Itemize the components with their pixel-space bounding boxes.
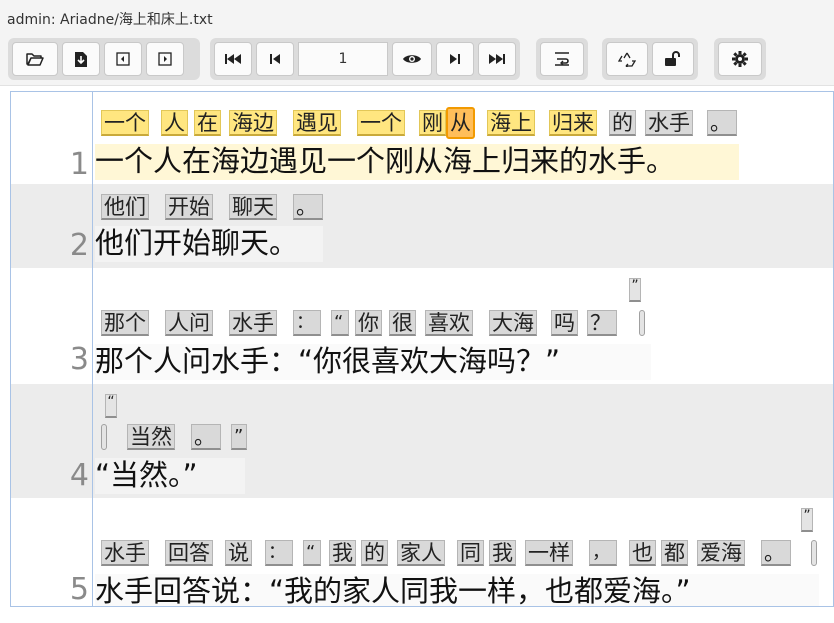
- token[interactable]: 你: [355, 310, 382, 336]
- token-selected[interactable]: 从: [446, 107, 475, 139]
- token-spacer: [811, 540, 817, 566]
- token[interactable]: 大海: [489, 310, 537, 336]
- last-page-button[interactable]: [478, 42, 516, 76]
- token[interactable]: 爱海: [697, 540, 745, 566]
- last-page-icon: [488, 52, 506, 66]
- sentence-text: 一个人在海边遇见一个刚从海上归来的水手。: [95, 144, 739, 180]
- wrap-text-button[interactable]: [540, 42, 584, 76]
- folder-open-icon: [26, 52, 44, 66]
- sentence-row: 3 那个 人问 水手 ： “ 你 很 喜欢 大海 吗 ？ ” 那个人问水手：“你…: [11, 268, 833, 384]
- token[interactable]: ”: [629, 278, 641, 302]
- token[interactable]: 我: [329, 540, 356, 566]
- next-page-button[interactable]: [436, 42, 474, 76]
- sentence-row: 1 一个 人 在 海边 遇见 一个 刚 从 海上 归来 的 水手 。 一个人在海…: [11, 92, 833, 184]
- token[interactable]: “: [331, 310, 349, 336]
- token[interactable]: 很: [389, 310, 416, 336]
- settings-toolbar-group: [714, 38, 766, 80]
- panel-right-icon: [158, 52, 172, 66]
- token[interactable]: 水手: [645, 110, 693, 136]
- token[interactable]: 说: [225, 540, 252, 566]
- token[interactable]: 遇见: [293, 110, 341, 136]
- download-icon: [74, 51, 88, 68]
- token[interactable]: 喜欢: [425, 310, 473, 336]
- token[interactable]: 他们: [101, 194, 149, 220]
- token[interactable]: 水手: [101, 540, 149, 566]
- sentence-row: 5 水手 回答 说 ： “ 我 的 家人 同 我 一样 ， 也 都 爱海 。 ”…: [11, 498, 833, 606]
- token[interactable]: 回答: [165, 540, 213, 566]
- token[interactable]: ？: [587, 310, 617, 336]
- first-page-icon: [224, 52, 242, 66]
- prev-page-button[interactable]: [256, 42, 294, 76]
- collapse-right-button[interactable]: [146, 42, 184, 76]
- token[interactable]: 。: [293, 194, 323, 220]
- unlock-button[interactable]: [652, 42, 694, 76]
- token[interactable]: 吗: [551, 310, 578, 336]
- recycle-icon: [618, 51, 636, 67]
- token[interactable]: 开始: [165, 194, 213, 220]
- sentence-row: 4 “ 当然 。 ” “当然。”: [11, 384, 833, 498]
- token[interactable]: 都: [661, 540, 688, 566]
- token[interactable]: 人问: [165, 310, 213, 336]
- sentence-text: “当然。”: [95, 458, 245, 494]
- page-number-field[interactable]: 1: [298, 42, 388, 76]
- token[interactable]: 水手: [229, 310, 277, 336]
- token[interactable]: ，: [589, 540, 617, 566]
- recycle-button[interactable]: [606, 42, 648, 76]
- first-page-button[interactable]: [214, 42, 252, 76]
- token-spacer: [639, 310, 645, 336]
- window-title: admin: Ariadne/海上和床上.txt: [7, 12, 213, 28]
- sentence-text: 他们开始聊天。: [95, 226, 323, 262]
- state-toolbar-group: [602, 38, 698, 80]
- token[interactable]: 。: [707, 110, 737, 136]
- token[interactable]: 也: [629, 540, 656, 566]
- file-toolbar-group: [8, 38, 200, 80]
- open-file-button[interactable]: [12, 42, 58, 76]
- sentence-text: 那个人问水手：“你很喜欢大海吗？”: [95, 344, 651, 380]
- eye-icon: [402, 53, 422, 65]
- token[interactable]: 。: [761, 540, 791, 566]
- panel-left-icon: [116, 52, 130, 66]
- token[interactable]: ”: [801, 508, 813, 532]
- annotation-panel: 1 一个 人 在 海边 遇见 一个 刚 从 海上 归来 的 水手 。 一个人在海…: [10, 91, 834, 607]
- sentence-text: 水手回答说：“我的家人同我一样，也都爱海。”: [95, 574, 819, 606]
- gutter-divider: [92, 92, 93, 606]
- sentence-row: 2 他们 开始 聊天 。 他们开始聊天。: [11, 184, 833, 268]
- token[interactable]: 人: [161, 110, 188, 136]
- format-toolbar-group: [536, 38, 588, 80]
- top-bar: admin: Ariadne/海上和床上.txt 1: [0, 0, 834, 86]
- token[interactable]: 在: [194, 110, 221, 136]
- token[interactable]: 归来: [549, 110, 597, 136]
- prev-page-icon: [269, 52, 281, 66]
- token[interactable]: 聊天: [229, 194, 277, 220]
- token[interactable]: 的: [609, 110, 636, 136]
- token[interactable]: 海边: [229, 110, 277, 136]
- token[interactable]: 海上: [487, 110, 535, 136]
- download-button[interactable]: [62, 42, 100, 76]
- token[interactable]: 的: [361, 540, 388, 566]
- token[interactable]: 一个: [357, 110, 405, 136]
- token[interactable]: 那个: [101, 310, 149, 336]
- settings-button[interactable]: [718, 42, 762, 76]
- token[interactable]: ”: [231, 424, 247, 450]
- token[interactable]: ：: [293, 310, 321, 336]
- token[interactable]: ：: [265, 540, 293, 566]
- token[interactable]: 我: [489, 540, 516, 566]
- token[interactable]: 当然: [127, 424, 175, 450]
- collapse-left-button[interactable]: [104, 42, 142, 76]
- token[interactable]: 同: [457, 540, 484, 566]
- navigation-toolbar-group: 1: [210, 38, 520, 80]
- unlock-icon: [664, 51, 682, 67]
- token[interactable]: 一样: [525, 540, 573, 566]
- token[interactable]: 刚: [419, 110, 446, 136]
- next-page-icon: [449, 52, 461, 66]
- token[interactable]: 家人: [397, 540, 445, 566]
- token-spacer: [101, 424, 107, 450]
- token[interactable]: 一个: [101, 110, 149, 136]
- token[interactable]: “: [105, 394, 117, 418]
- gear-icon: [732, 51, 748, 67]
- token[interactable]: “: [303, 540, 321, 566]
- token[interactable]: 。: [191, 424, 221, 450]
- wrap-text-icon: [554, 51, 570, 67]
- preview-button[interactable]: [392, 42, 432, 76]
